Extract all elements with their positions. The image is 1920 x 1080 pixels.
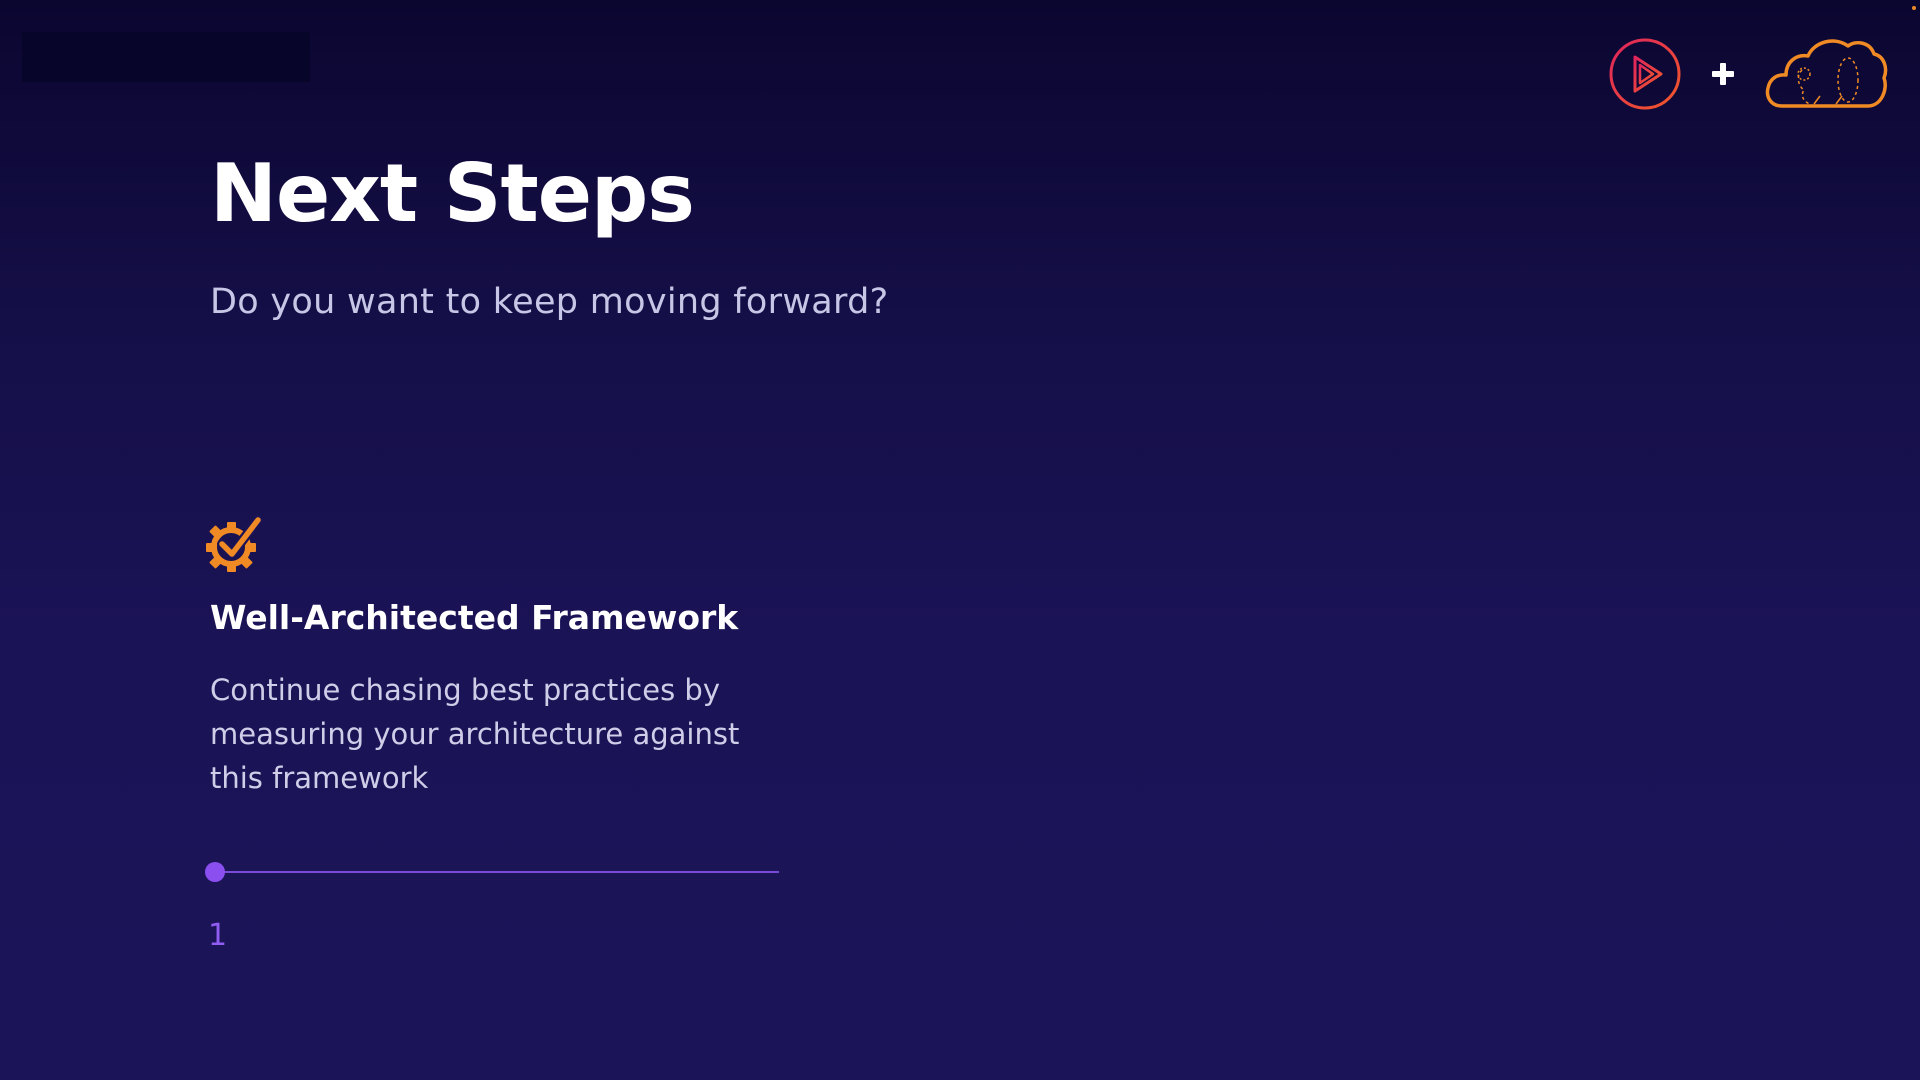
slide: Next Steps Do you want to keep moving fo… <box>0 0 1920 1080</box>
header-placeholder-block <box>22 32 310 82</box>
item-description: Continue chasing best practices by measu… <box>210 673 740 795</box>
step-number: 1 <box>208 918 228 953</box>
logo-group <box>1608 34 1888 114</box>
slide-title: Next Steps <box>210 147 695 240</box>
progress-handle[interactable] <box>205 862 225 882</box>
plus-icon <box>1712 63 1734 85</box>
corner-dot <box>1912 6 1916 10</box>
progress-track <box>215 871 779 873</box>
play-logo-icon <box>1609 38 1681 110</box>
cloud-logo-icon <box>1765 39 1888 108</box>
slide-subtitle: Do you want to keep moving forward? <box>210 282 889 322</box>
item-title: Well-Architected Framework <box>210 598 739 637</box>
progress-slider[interactable] <box>205 862 779 882</box>
gear-check-icon <box>206 515 263 572</box>
